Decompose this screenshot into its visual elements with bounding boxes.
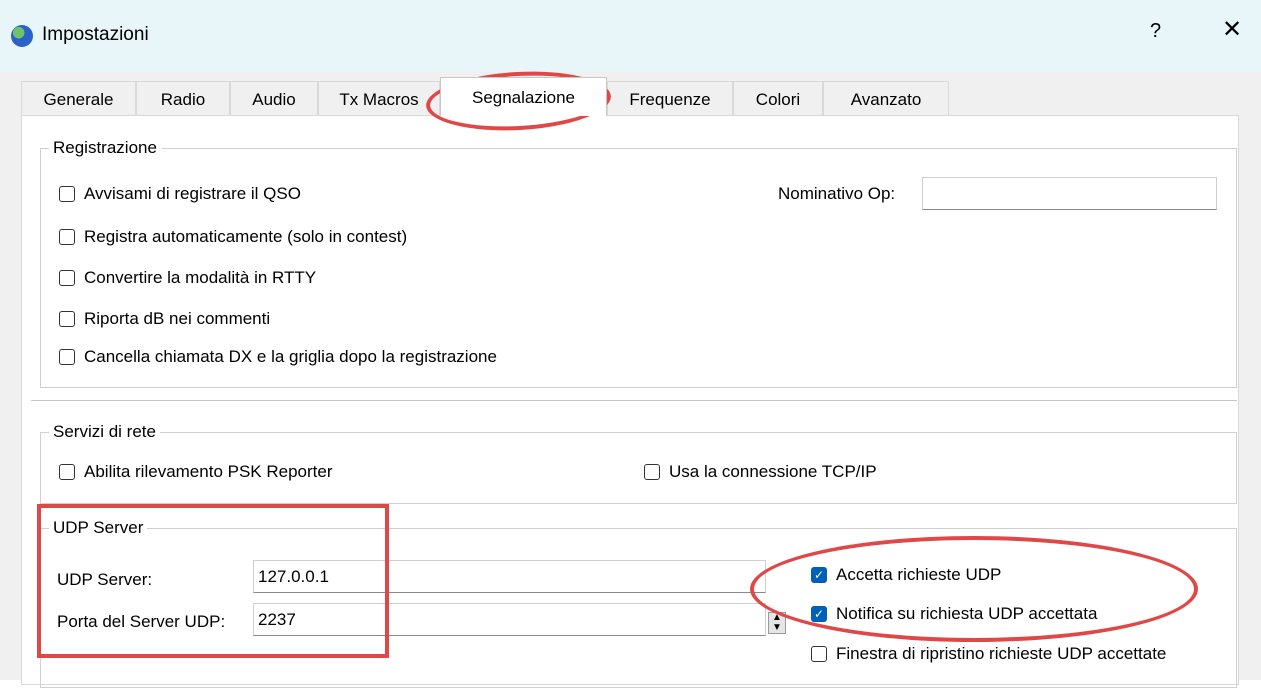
checkbox-box[interactable] bbox=[811, 646, 827, 662]
tab-audio[interactable]: Audio bbox=[230, 81, 318, 115]
udp-server-label: UDP Server: bbox=[57, 570, 153, 589]
checkmark-icon[interactable]: ✓ bbox=[811, 606, 827, 622]
checkbox-tcp-ip[interactable]: Usa la connessione TCP/IP bbox=[644, 461, 877, 483]
app-globe-icon bbox=[11, 25, 33, 47]
checkbox-box[interactable] bbox=[59, 349, 75, 365]
tab-frequenze[interactable]: Frequenze bbox=[607, 81, 733, 115]
checkbox-label: Convertire la modalità in RTTY bbox=[84, 268, 317, 287]
group-servizi-rete-title: Servizi di rete bbox=[53, 422, 156, 441]
udp-port-label: Porta del Server UDP: bbox=[57, 612, 226, 631]
tab-radio[interactable]: Radio bbox=[136, 81, 230, 115]
checkbox-label: Accetta richieste UDP bbox=[836, 565, 1002, 584]
checkbox-box[interactable] bbox=[59, 311, 75, 327]
checkbox-box[interactable] bbox=[59, 229, 75, 245]
tab-segnalazione[interactable]: Segnalazione bbox=[440, 77, 607, 116]
spin-arrows-icon[interactable]: ▲ ▼ bbox=[768, 612, 786, 634]
checkbox-label: Riporta dB nei commenti bbox=[84, 309, 271, 328]
checkbox-label: Usa la connessione TCP/IP bbox=[669, 462, 877, 481]
checkbox-restore-window[interactable]: Finestra di ripristino richieste UDP acc… bbox=[811, 643, 1166, 665]
checkmark-icon[interactable]: ✓ bbox=[811, 567, 827, 583]
checkbox-label: Registra automaticamente (solo in contes… bbox=[84, 227, 408, 246]
window-title: Impostazioni bbox=[42, 24, 149, 45]
checkbox-notify-accepted[interactable]: ✓ Notifica su richiesta UDP accettata bbox=[811, 603, 1097, 625]
checkbox-accept-udp[interactable]: ✓ Accetta richieste UDP bbox=[811, 564, 1001, 586]
group-registrazione-title: Registrazione bbox=[53, 138, 157, 157]
checkbox-report-db[interactable]: Riporta dB nei commenti bbox=[59, 308, 270, 330]
op-call-input[interactable] bbox=[922, 177, 1217, 210]
group-udp-server-title: UDP Server bbox=[53, 518, 144, 537]
help-button[interactable]: ? bbox=[1150, 20, 1161, 43]
checkbox-prompt-log[interactable]: Avvisami di registrare il QSO bbox=[59, 183, 301, 205]
tab-colori[interactable]: Colori bbox=[733, 81, 823, 115]
checkbox-box[interactable] bbox=[59, 270, 75, 286]
checkbox-psk-reporter[interactable]: Abilita rilevamento PSK Reporter bbox=[59, 461, 333, 483]
section-divider bbox=[31, 400, 1237, 401]
checkbox-label: Cancella chiamata DX e la griglia dopo l… bbox=[84, 347, 497, 366]
checkbox-clear-dx[interactable]: Cancella chiamata DX e la griglia dopo l… bbox=[59, 346, 497, 368]
udp-server-input[interactable] bbox=[253, 560, 766, 593]
checkbox-rtty-mode[interactable]: Convertire la modalità in RTTY bbox=[59, 267, 316, 289]
op-call-label: Nominativo Op: bbox=[778, 184, 896, 203]
checkbox-label: Finestra di ripristino richieste UDP acc… bbox=[836, 644, 1167, 663]
checkbox-label: Notifica su richiesta UDP accettata bbox=[836, 604, 1098, 623]
checkbox-box[interactable] bbox=[59, 464, 75, 480]
checkbox-label: Avvisami di registrare il QSO bbox=[84, 184, 301, 203]
tab-generale[interactable]: Generale bbox=[21, 81, 136, 115]
udp-port-input[interactable] bbox=[253, 603, 766, 636]
checkbox-auto-log[interactable]: Registra automaticamente (solo in contes… bbox=[59, 226, 407, 248]
tab-avanzato[interactable]: Avanzato bbox=[823, 81, 949, 115]
tab-tx-macros[interactable]: Tx Macros bbox=[318, 81, 440, 115]
checkbox-box[interactable] bbox=[644, 464, 660, 480]
close-button[interactable]: ✕ bbox=[1222, 16, 1242, 44]
checkbox-label: Abilita rilevamento PSK Reporter bbox=[84, 462, 333, 481]
title-bar: Impostazioni ? ✕ bbox=[0, 0, 1261, 72]
checkbox-box[interactable] bbox=[59, 186, 75, 202]
